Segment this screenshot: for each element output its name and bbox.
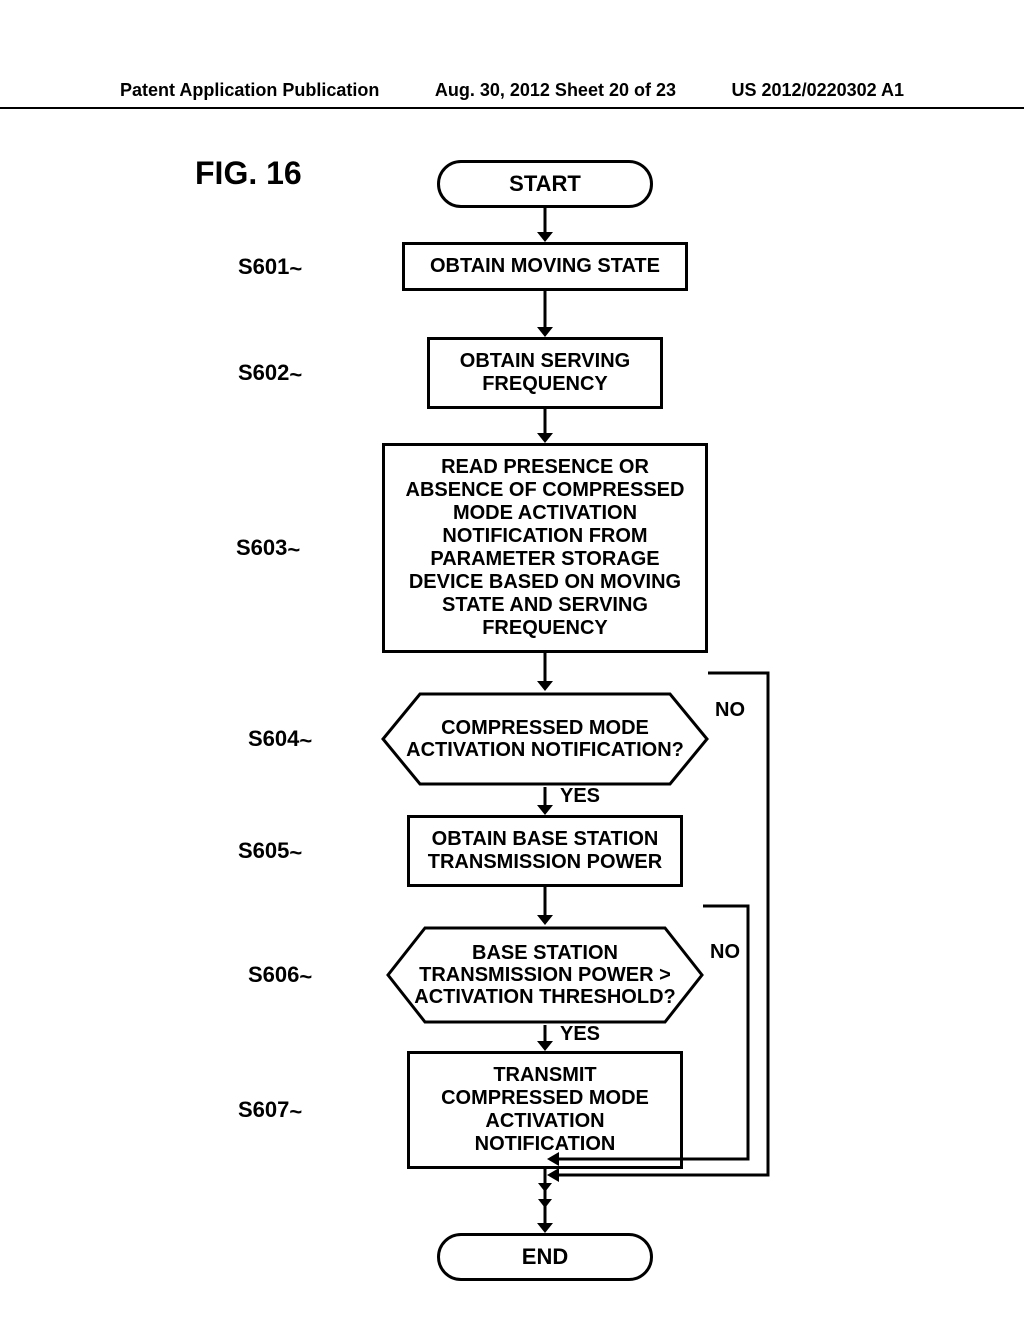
process-s603: READ PRESENCE OR ABSENCE OF COMPRESSED M… [382, 443, 708, 653]
arrow-down-icon [535, 653, 555, 691]
step-label-s602: S602~ [238, 360, 322, 386]
branch-no-s604: NO [715, 699, 745, 722]
step-label-s605: S605~ [238, 838, 322, 864]
figure-title: FIG. 16 [195, 155, 302, 192]
branch-yes-s604: YES [560, 785, 600, 808]
step-label-s603: S603~ [236, 535, 320, 561]
arrow-down-icon [535, 291, 555, 337]
process-s601: OBTAIN MOVING STATE [402, 242, 688, 291]
step-label-s606: S606~ [248, 962, 332, 988]
process-s602: OBTAIN SERVING FREQUENCY [427, 337, 663, 409]
arrow-down-icon [535, 887, 555, 925]
header-left: Patent Application Publication [120, 80, 379, 101]
step-label-s607: S607~ [238, 1097, 322, 1123]
decision-s604: COMPRESSED MODE ACTIVATION NOTIFICATION? [380, 691, 710, 787]
arrow-down-icon [535, 1025, 555, 1051]
arrow-down-icon [535, 787, 555, 815]
flowchart: START S601~ OBTAIN MOVING STATE S602~ [310, 160, 780, 1281]
step-label-s601: S601~ [238, 254, 322, 280]
arrow-down-icon [535, 208, 555, 242]
terminator-start: START [437, 160, 653, 208]
arrow-down-icon [535, 409, 555, 443]
page-header: Patent Application Publication Aug. 30, … [0, 80, 1024, 109]
process-s607: TRANSMIT COMPRESSED MODE ACTIVATION NOTI… [407, 1051, 683, 1169]
header-right: US 2012/0220302 A1 [732, 80, 904, 101]
process-s605: OBTAIN BASE STATION TRANSMISSION POWER [407, 815, 683, 887]
branch-yes-s606: YES [560, 1023, 600, 1046]
terminator-end: END [437, 1233, 653, 1281]
page: Patent Application Publication Aug. 30, … [0, 0, 1024, 1320]
start-label: START [509, 171, 581, 196]
branch-no-s606: NO [710, 941, 740, 964]
header-center: Aug. 30, 2012 Sheet 20 of 23 [435, 80, 676, 101]
step-label-s604: S604~ [248, 726, 332, 752]
arrow-down-icon [535, 1169, 555, 1233]
decision-s606: BASE STATION TRANSMISSION POWER > ACTIVA… [385, 925, 705, 1025]
end-label: END [522, 1244, 568, 1269]
